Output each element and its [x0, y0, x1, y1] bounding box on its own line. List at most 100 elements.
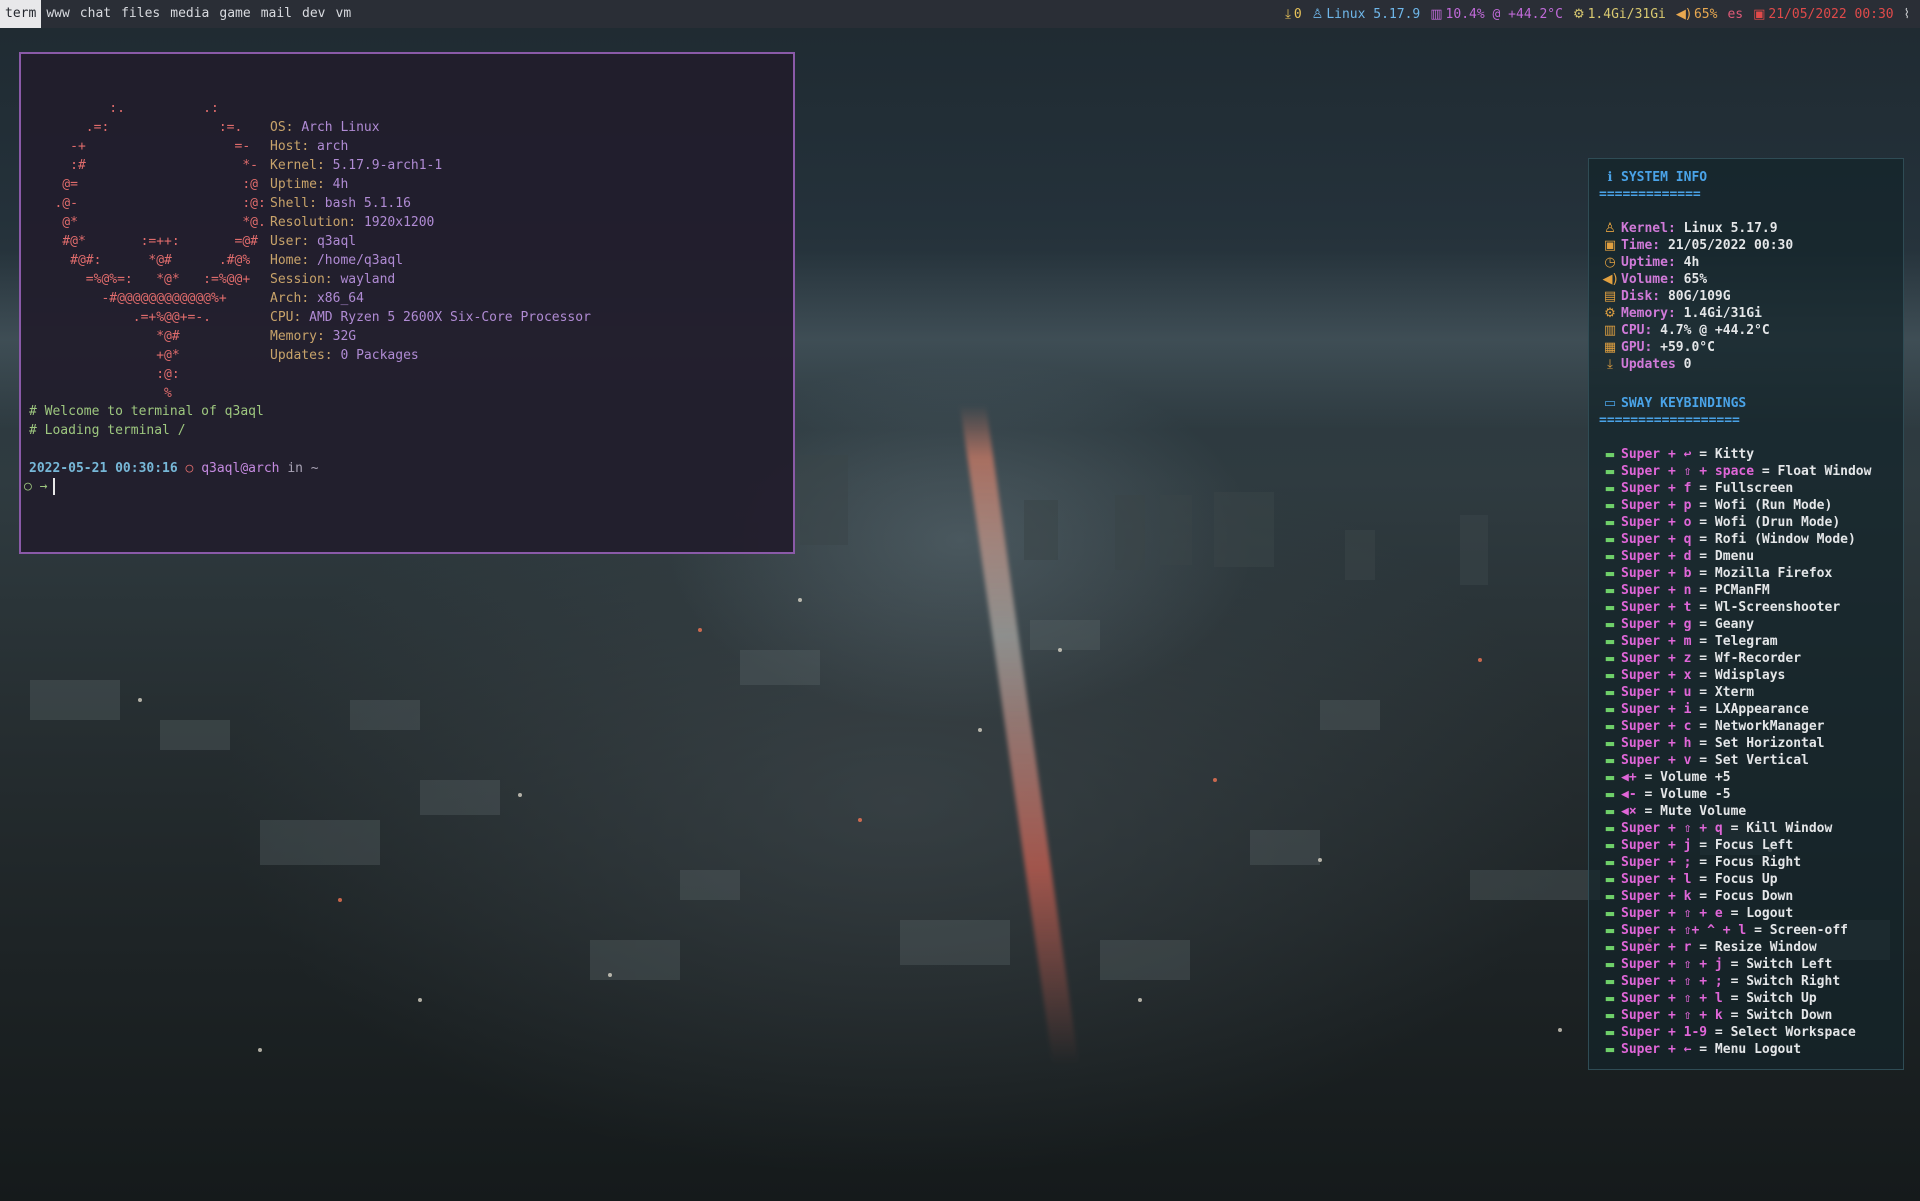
- volume-icon: ◀): [1675, 6, 1691, 22]
- keybinding-key: Super + 1-9: [1621, 1025, 1708, 1040]
- keybinding-action: = Kill Window: [1730, 821, 1833, 836]
- keybinding-row: ▬ Super + m = Telegram: [1599, 633, 1871, 650]
- system-info-row: ▥ CPU: 4.7% @ +44.2°C: [1599, 322, 1793, 339]
- clock-icon: ◷: [1604, 255, 1616, 270]
- keyboard-layout-status[interactable]: es: [1727, 7, 1743, 22]
- keyboard-icon: ▬: [1604, 618, 1616, 631]
- workspace-www[interactable]: www: [41, 0, 74, 28]
- keybinding-key: Super + ↩: [1621, 447, 1692, 462]
- keybinding-action: = Focus Right: [1699, 855, 1802, 870]
- keybinding-key: Super + d: [1621, 549, 1692, 564]
- datetime-status[interactable]: ▣ 21/05/2022 00:30: [1753, 7, 1894, 22]
- loading-line: # Loading terminal /: [29, 423, 186, 438]
- keybinding-key: Super + ;: [1621, 855, 1692, 870]
- info-arch: Arch: x86_64: [270, 291, 364, 306]
- workspace-chat[interactable]: chat: [75, 0, 116, 28]
- keybinding-row: ▬ Super + l = Focus Up: [1599, 871, 1871, 888]
- system-info-section: ℹ SYSTEM INFO ============= ♙ Kernel: Lin…: [1599, 169, 1793, 373]
- welcome-comments: # Welcome to terminal of q3aql # Loading…: [29, 402, 264, 440]
- keybinding-action: = Volume -5: [1644, 787, 1731, 802]
- keybinding-row: ▬ Super + t = Wl-Screenshooter: [1599, 599, 1871, 616]
- workspace-list: term www chat files media game mail dev …: [0, 0, 356, 28]
- keybinding-key: Super + ⇧ + q: [1621, 821, 1723, 836]
- keyboard-icon: ▬: [1604, 975, 1616, 988]
- attachment-icon[interactable]: ⌇: [1904, 7, 1910, 22]
- keybinding-key: Super + o: [1621, 515, 1692, 530]
- keybinding-row: ▬ Super + c = NetworkManager: [1599, 718, 1871, 735]
- keybinding-key: Super + ←: [1621, 1042, 1692, 1057]
- volume-status[interactable]: ◀) 65%: [1676, 7, 1718, 22]
- cpu-status[interactable]: ▥ 10.4% @ +44.2°C: [1430, 7, 1563, 22]
- keybinding-key: Super + q: [1621, 532, 1692, 547]
- command-input-line[interactable]: ○ →: [24, 477, 56, 496]
- keybinding-action: = Focus Up: [1699, 872, 1778, 887]
- keybinding-action: = Wdisplays: [1699, 668, 1786, 683]
- updates-status[interactable]: ⤓ 0: [1285, 7, 1302, 22]
- keyboard-icon: ▬: [1604, 856, 1616, 869]
- keyboard-icon: ▬: [1604, 805, 1616, 818]
- workspace-mail[interactable]: mail: [256, 0, 297, 28]
- keyboard-icon: ▬: [1604, 635, 1616, 648]
- kernel-status[interactable]: ♙ Linux 5.17.9: [1312, 7, 1421, 22]
- keybinding-action: = Focus Left: [1699, 838, 1794, 853]
- keybinding-key: Super + ⇧ + space: [1621, 464, 1755, 479]
- keybinding-key: ◀×: [1621, 804, 1637, 819]
- keyboard-icon: ▬: [1604, 924, 1616, 937]
- keyboard-icon: ▬: [1604, 839, 1616, 852]
- info-uptime: Uptime: 4h: [270, 177, 349, 192]
- keybinding-key: Super + z: [1621, 651, 1692, 666]
- keybinding-row: ▬ Super + n = PCManFM: [1599, 582, 1871, 599]
- keybinding-row: ▬ Super + k = Focus Down: [1599, 888, 1871, 905]
- workspace-term[interactable]: term: [0, 0, 42, 28]
- info-user: User: q3aql: [270, 234, 357, 249]
- keyboard-icon: ▬: [1604, 601, 1616, 614]
- keybinding-key: Super + ⇧ + j: [1621, 957, 1723, 972]
- memory-status[interactable]: ⚙ 1.4Gi/31Gi: [1573, 7, 1666, 22]
- keybinding-key: Super + ⇧ + l: [1621, 991, 1723, 1006]
- disk-icon: ▤: [1603, 289, 1617, 304]
- info-memory: Memory: 32G: [270, 329, 357, 344]
- terminal-window[interactable]: :. .: .=: :=. -+ =- :# *- @= :@ .@- :@: …: [19, 52, 795, 554]
- keybinding-row: ▬ Super + ⇧ + q = Kill Window: [1599, 820, 1871, 837]
- keybinding-key: Super + ⇧+ ^ + l: [1621, 923, 1747, 938]
- keybinding-row: ▬ ◀× = Mute Volume: [1599, 803, 1871, 820]
- keybinding-row: ▬ ◀+ = Volume +5: [1599, 769, 1871, 786]
- keybinding-action: = Wl-Screenshooter: [1699, 600, 1841, 615]
- keybinding-row: ▬ ◀- = Volume -5: [1599, 786, 1871, 803]
- welcome-line: # Welcome to terminal of q3aql: [29, 404, 264, 419]
- keybinding-key: Super + ⇧ + k: [1621, 1008, 1723, 1023]
- workspace-vm[interactable]: vm: [331, 0, 357, 28]
- system-info-row: ♙ Kernel: Linux 5.17.9: [1599, 220, 1793, 237]
- keybinding-key: Super + r: [1621, 940, 1692, 955]
- workspace-media[interactable]: media: [165, 0, 214, 28]
- keyboard-icon: ▬: [1604, 737, 1616, 750]
- status-area: ⤓ 0 ♙ Linux 5.17.9 ▥ 10.4% @ +44.2°C ⚙ 1.4Gi…: [1285, 7, 1920, 22]
- download-icon: ⤓: [1285, 6, 1291, 22]
- keybinding-row: ▬ Super + d = Dmenu: [1599, 548, 1871, 565]
- workspace-files[interactable]: files: [116, 0, 165, 28]
- keybinding-key: Super + m: [1621, 634, 1692, 649]
- keybinding-row: ▬ Super + x = Wdisplays: [1599, 667, 1871, 684]
- info-shell: Shell: bash 5.1.16: [270, 196, 411, 211]
- keyboard-icon: ▬: [1604, 669, 1616, 682]
- system-info-row: ▦ GPU: +59.0°C: [1599, 339, 1793, 356]
- prompt-dot: ○: [185, 461, 194, 476]
- keybinding-action: = Select Workspace: [1714, 1025, 1856, 1040]
- keybinding-row: ▬ Super + i = LXAppearance: [1599, 701, 1871, 718]
- info-host: Host: arch: [270, 139, 349, 154]
- system-info-row: ◷ Uptime: 4h: [1599, 254, 1793, 271]
- keybindings-underline: ==================: [1599, 413, 1740, 428]
- system-info-row: ▣ Time: 21/05/2022 00:30: [1599, 237, 1793, 254]
- keybinding-key: Super + n: [1621, 583, 1692, 598]
- workspace-dev[interactable]: dev: [297, 0, 330, 28]
- keybinding-key: ◀+: [1621, 770, 1637, 785]
- keyboard-icon: ▬: [1604, 720, 1616, 733]
- info-home: Home: /home/q3aql: [270, 253, 404, 268]
- keyboard-icon: ▬: [1604, 584, 1616, 597]
- info-updates: Updates: 0 Packages: [270, 348, 419, 363]
- keybinding-action: = LXAppearance: [1699, 702, 1809, 717]
- keybinding-row: ▬ Super + ⇧ + l = Switch Up: [1599, 990, 1871, 1007]
- keybinding-row: ▬ Super + ⇧ + ; = Switch Right: [1599, 973, 1871, 990]
- workspace-game[interactable]: game: [214, 0, 255, 28]
- keybinding-row: ▬ Super + ⇧+ ^ + l = Screen-off: [1599, 922, 1871, 939]
